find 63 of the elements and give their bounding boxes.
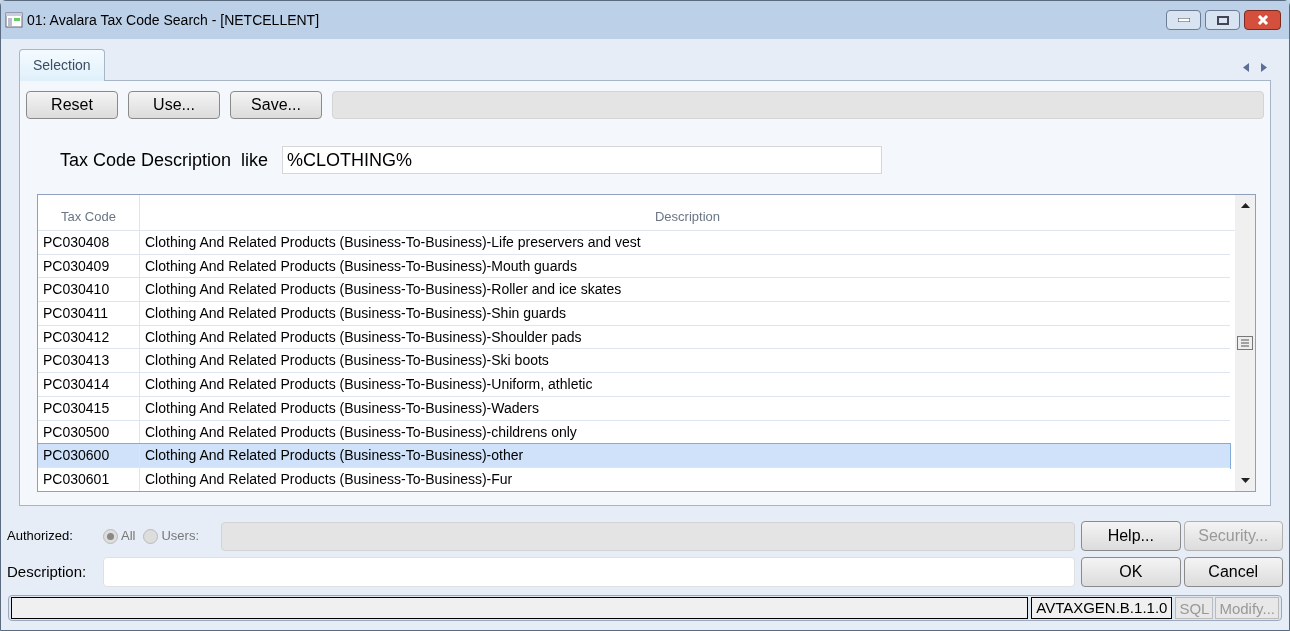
minimize-icon <box>1177 18 1190 22</box>
window-icon <box>5 12 23 28</box>
filter-input[interactable]: %CLOTHING% <box>282 146 883 174</box>
minimize-button[interactable] <box>1166 10 1201 30</box>
tax-code-cell: PC030409 <box>38 254 140 278</box>
scroll-up-icon[interactable] <box>1240 203 1250 208</box>
dialog-button[interactable]: OK <box>1081 557 1181 587</box>
description-label: Description: <box>7 561 88 582</box>
table-row[interactable]: PC030600 Clothing And Related Products (Business-To-Business)-other <box>38 444 1230 468</box>
scroll-left-icon[interactable] <box>1243 63 1249 72</box>
close-button[interactable] <box>1244 10 1281 30</box>
table-row[interactable]: PC030411 Clothing And Related Products (Business-To-Business)-Shin guards <box>38 302 1230 326</box>
tax-code-cell: PC030414 <box>38 373 140 396</box>
description-cell-text: Clothing And Related Products (Business-To-Business)-Shoulder pads <box>144 327 583 347</box>
column-header[interactable]: Tax Code <box>38 195 140 230</box>
authorized-radio[interactable]: All <box>103 526 136 546</box>
version-text: AVTAXGEN.B.1.1.0 <box>1031 597 1173 619</box>
maximize-icon <box>1216 15 1229 25</box>
window-title: 01: Avalara Tax Code Search - [NETCELLENT] <box>27 10 321 30</box>
tax-code-cell: PC030411 <box>38 302 140 325</box>
description-cell-text: Clothing And Related Products (Business-To-Business)-other <box>144 446 525 466</box>
description-cell-text: Clothing And Related Products (Business-To-Business)-Shin guards <box>144 304 567 324</box>
description-cell-text: Clothing And Related Products (Business-To-Business)-Uniform, athletic <box>144 375 594 395</box>
toolbar-button[interactable]: Save... <box>230 91 322 119</box>
filter-label: Tax Code Description like <box>60 148 269 172</box>
table-row[interactable]: PC030412 Clothing And Related Products (Business-To-Business)-Shoulder pads <box>38 325 1230 350</box>
dialog-button[interactable]: Help... <box>1081 521 1181 551</box>
table-row[interactable]: PC030413 Clothing And Related Products (Business-To-Business)-Ski boots <box>38 349 1230 374</box>
scroll-thumb-icon[interactable] <box>1237 336 1253 350</box>
table-row[interactable]: PC030415 Clothing And Related Products (Business-To-Business)-Waders <box>38 396 1230 421</box>
table-row[interactable]: PC030410 Clothing And Related Products (Business-To-Business)-Roller and ice skates <box>38 278 1230 303</box>
table-row[interactable]: PC030409 Clothing And Related Products (Business-To-Business)-Mouth guards <box>38 254 1230 279</box>
tax-code-cell: PC030413 <box>38 349 140 373</box>
table-row[interactable]: PC030408 Clothing And Related Products (Business-To-Business)-Life preservers and vest <box>38 231 1230 255</box>
tax-code-cell: PC030415 <box>38 396 140 420</box>
dialog-button[interactable]: Cancel <box>1183 557 1283 587</box>
column-header[interactable]: Description <box>140 195 1235 230</box>
maximize-button[interactable] <box>1205 10 1240 30</box>
toolbar-button[interactable]: Use... <box>128 91 220 119</box>
scroll-down-icon[interactable] <box>1240 478 1250 483</box>
selection-tab[interactable]: Selection <box>19 49 105 81</box>
description-cell-text: Clothing And Related Products (Business-To-Business)-Roller and ice skates <box>144 280 623 300</box>
description-cell-text: Clothing And Related Products (Business-To-Business)-childrens only <box>144 422 578 442</box>
tax-code-cell: PC030600 <box>38 444 140 467</box>
authorized-radio[interactable]: Users: <box>143 526 199 546</box>
description-cell-text: Clothing And Related Products (Business-To-Business)-Ski boots <box>144 351 550 371</box>
table-row[interactable]: PC030500 Clothing And Related Products (Business-To-Business)-childrens only <box>38 420 1230 445</box>
table-row[interactable]: PC030414 Clothing And Related Products (Business-To-Business)-Uniform, athletic <box>38 373 1230 397</box>
authorized-label: Authorized: <box>7 527 74 546</box>
users-field[interactable] <box>221 521 1075 551</box>
tax-code-cell: PC030410 <box>38 278 140 302</box>
toolbar-button[interactable]: Reset <box>26 91 118 119</box>
description-cell-text: Clothing And Related Products (Business-To-Business)-Life preservers and vest <box>144 233 642 252</box>
description-cell-text: Clothing And Related Products (Business-To-Business)-Waders <box>144 398 540 418</box>
close-icon <box>1256 15 1269 25</box>
description-cell-text: Clothing And Related Products (Business-To-Business)-Mouth guards <box>144 256 578 276</box>
tax-code-cell: PC030408 <box>38 231 140 254</box>
tax-code-cell: PC030412 <box>38 325 140 349</box>
tax-code-cell: PC030601 <box>38 467 140 491</box>
description-cell-text: Clothing And Related Products (Business-To-Business)-Fur <box>144 469 514 489</box>
scrollbar[interactable] <box>1235 195 1255 491</box>
description-input[interactable] <box>103 557 1075 587</box>
scroll-right-icon[interactable] <box>1261 63 1267 72</box>
